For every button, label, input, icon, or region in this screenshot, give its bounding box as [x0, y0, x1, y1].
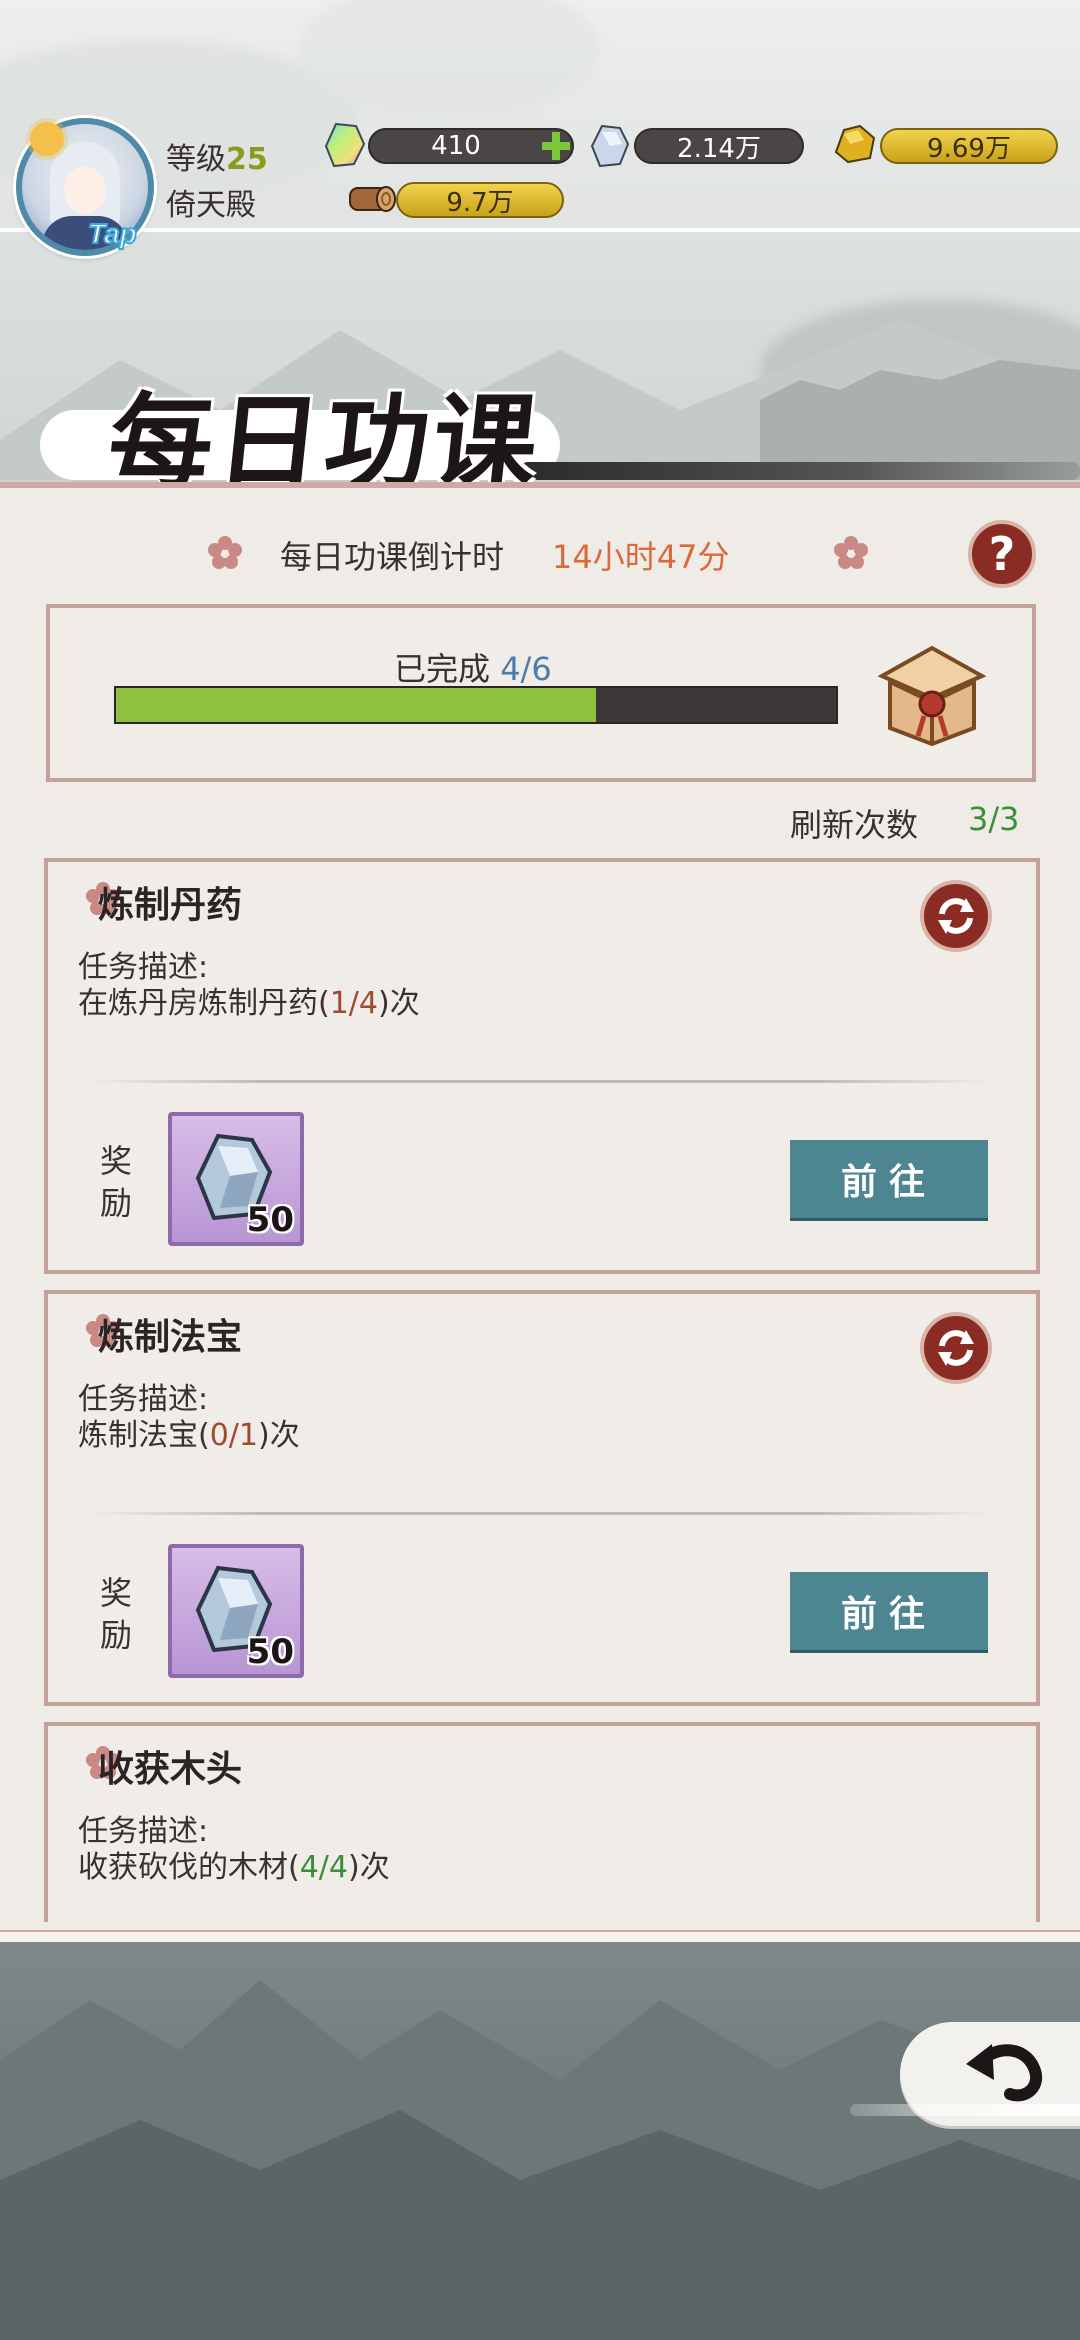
level-label: 等级 — [166, 142, 226, 177]
sun-decoration-icon — [30, 122, 64, 156]
resource-wood: 9.7万 — [396, 182, 564, 218]
player-level: 等级25 — [166, 134, 268, 178]
help-button[interactable]: ? — [968, 520, 1036, 588]
task-progress-count: 4/4 — [299, 1850, 348, 1885]
reward-label: 奖励 — [100, 1574, 133, 1654]
go-button[interactable]: 前往 — [790, 1572, 988, 1650]
plum-blossom-icon — [208, 536, 242, 569]
plum-blossom-icon — [834, 536, 868, 569]
task-title: 炼制法宝 — [98, 1317, 243, 1358]
timer-label: 每日功课倒计时 — [280, 538, 505, 576]
refresh-task-button[interactable] — [920, 880, 992, 952]
task-description: 在炼丹房炼制丹药(1/4)次 — [78, 986, 420, 1021]
refresh-count-value: 3/3 — [968, 800, 1020, 838]
refresh-icon — [938, 1330, 974, 1366]
add-spirit-stone-button[interactable] — [538, 128, 574, 164]
task-description: 炼制法宝(0/1)次 — [78, 1418, 300, 1453]
plus-icon — [542, 132, 570, 160]
tap-badge: Tap — [87, 217, 138, 250]
back-arrow-icon — [966, 2044, 1042, 2102]
progress-bar — [114, 686, 838, 724]
treasure-chest-icon[interactable] — [872, 632, 992, 752]
task-progress-count: 0/1 — [209, 1418, 258, 1453]
refresh-icon — [938, 898, 974, 934]
reward-slot[interactable]: 50 — [168, 1112, 304, 1246]
refresh-count-label: 刷新次数 — [790, 806, 919, 844]
reward-quantity: 50 — [246, 1200, 294, 1240]
reward-quantity: 50 — [246, 1632, 294, 1672]
sect-name: 倚天殿 — [166, 188, 256, 223]
task-divider — [90, 1080, 990, 1083]
timer-value: 14小时47分 — [552, 538, 730, 576]
reward-slot[interactable]: 50 — [168, 1544, 304, 1678]
refresh-task-button[interactable] — [920, 1312, 992, 1384]
spirit-stone-rainbow-icon — [324, 122, 366, 168]
crystal-resource-icon — [590, 124, 630, 168]
title-brush-stroke — [520, 462, 1080, 480]
progress-count: 4/6 — [500, 650, 552, 688]
wood-log-icon — [349, 186, 396, 212]
level-value: 25 — [226, 142, 268, 177]
task-divider — [90, 1512, 990, 1515]
panel-bottom-edge — [0, 1930, 1080, 1942]
gold-ore-icon — [834, 124, 876, 164]
progress-label: 已完成 4/6 — [394, 650, 552, 688]
background-mountains-bottom — [0, 1940, 1080, 2340]
progress-bar-fill — [116, 688, 596, 722]
go-button[interactable]: 前往 — [790, 1140, 988, 1218]
question-mark-icon: ? — [988, 527, 1016, 581]
task-title: 收获木头 — [98, 1749, 243, 1790]
resource-crystal: 2.14万 — [634, 128, 804, 164]
resource-gold-ore: 9.69万 — [880, 128, 1058, 164]
task-title: 炼制丹药 — [98, 885, 243, 926]
reward-label: 奖励 — [100, 1142, 133, 1222]
task-description: 收获砍伐的木材(4/4)次 — [78, 1850, 390, 1885]
task-progress-count: 1/4 — [329, 986, 378, 1021]
